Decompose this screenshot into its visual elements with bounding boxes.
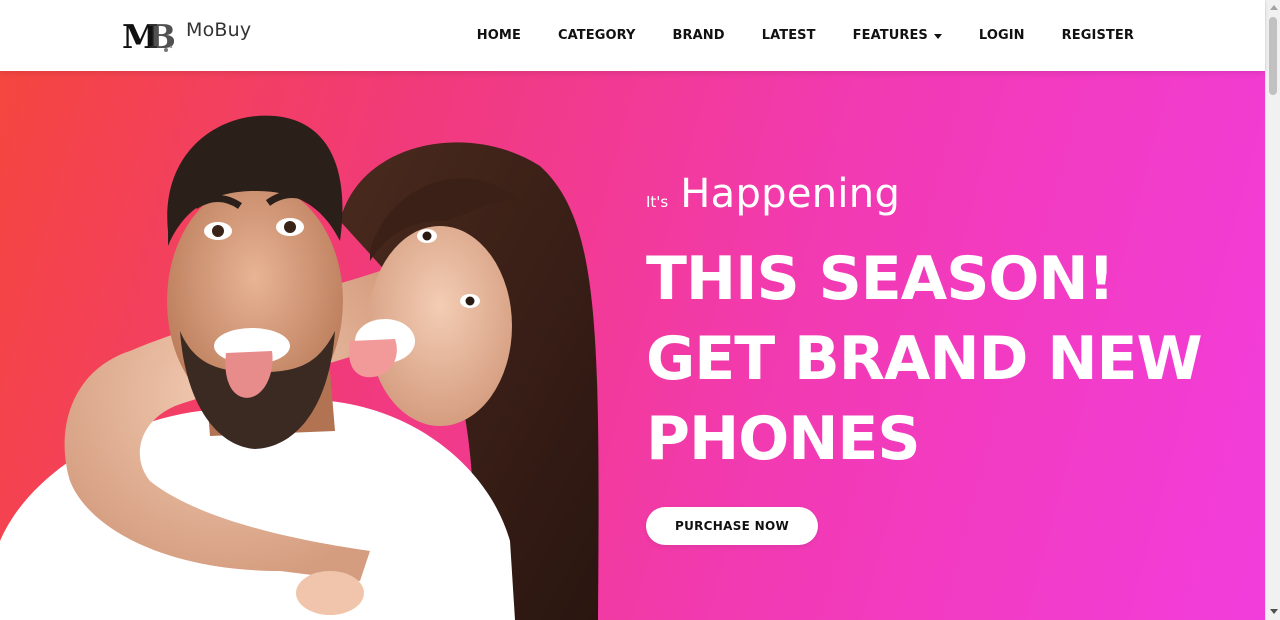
scroll-thumb[interactable] bbox=[1269, 17, 1277, 95]
nav-latest[interactable]: LATEST bbox=[762, 28, 816, 43]
headline-line-2: GET BRAND NEW bbox=[646, 324, 1203, 394]
nav-category[interactable]: CATEGORY bbox=[558, 28, 636, 43]
woman-pupil-right bbox=[465, 296, 475, 306]
main-nav: HOME CATEGORY BRAND LATEST FEATURES LOGI… bbox=[440, 0, 1134, 71]
logo-letter-b: B bbox=[148, 17, 176, 54]
logo-ornament bbox=[169, 45, 173, 49]
scroll-down-icon[interactable] bbox=[1270, 609, 1278, 614]
hero-headline: THIS SEASON! GET BRAND NEW PHONES bbox=[646, 239, 1236, 479]
headline-line-1: THIS SEASON! bbox=[646, 244, 1115, 314]
nav-features-dropdown[interactable]: FEATURES bbox=[853, 28, 942, 43]
hero-banner: It's Happening THIS SEASON! GET BRAND NE… bbox=[0, 71, 1265, 620]
navbar: M B MoBuy HOME CATEGORY BRAND LATEST FEA… bbox=[0, 0, 1265, 71]
woman-hand bbox=[296, 571, 364, 615]
woman-pupil-left bbox=[422, 231, 432, 241]
brand-link[interactable]: M B MoBuy bbox=[122, 14, 251, 54]
nav-home[interactable]: HOME bbox=[477, 28, 521, 43]
purchase-now-button[interactable]: PURCHASE NOW bbox=[646, 507, 818, 545]
scroll-up-icon[interactable] bbox=[1270, 5, 1278, 10]
hero-kicker: It's Happening bbox=[646, 171, 1236, 217]
nav-login[interactable]: LOGIN bbox=[979, 28, 1025, 43]
nav-features-label: FEATURES bbox=[852, 28, 928, 43]
mobuy-logo: M B bbox=[122, 17, 176, 54]
kicker-small: It's bbox=[646, 193, 669, 211]
hero-text: It's Happening THIS SEASON! GET BRAND NE… bbox=[646, 171, 1236, 519]
man-pupil-left bbox=[212, 225, 224, 237]
page: M B MoBuy HOME CATEGORY BRAND LATEST FEA… bbox=[0, 0, 1280, 620]
logo-ornament bbox=[164, 48, 168, 52]
couple-photo bbox=[0, 115, 599, 620]
kicker-big: Happening bbox=[680, 171, 901, 217]
nav-brand[interactable]: BRAND bbox=[673, 28, 725, 43]
headline-line-3: PHONES bbox=[646, 404, 921, 474]
caret-down-icon bbox=[933, 33, 942, 39]
nav-register[interactable]: REGISTER bbox=[1062, 28, 1134, 43]
man-pupil-right bbox=[284, 221, 296, 233]
vertical-scrollbar[interactable] bbox=[1265, 0, 1280, 620]
brand-name: MoBuy bbox=[186, 19, 252, 41]
